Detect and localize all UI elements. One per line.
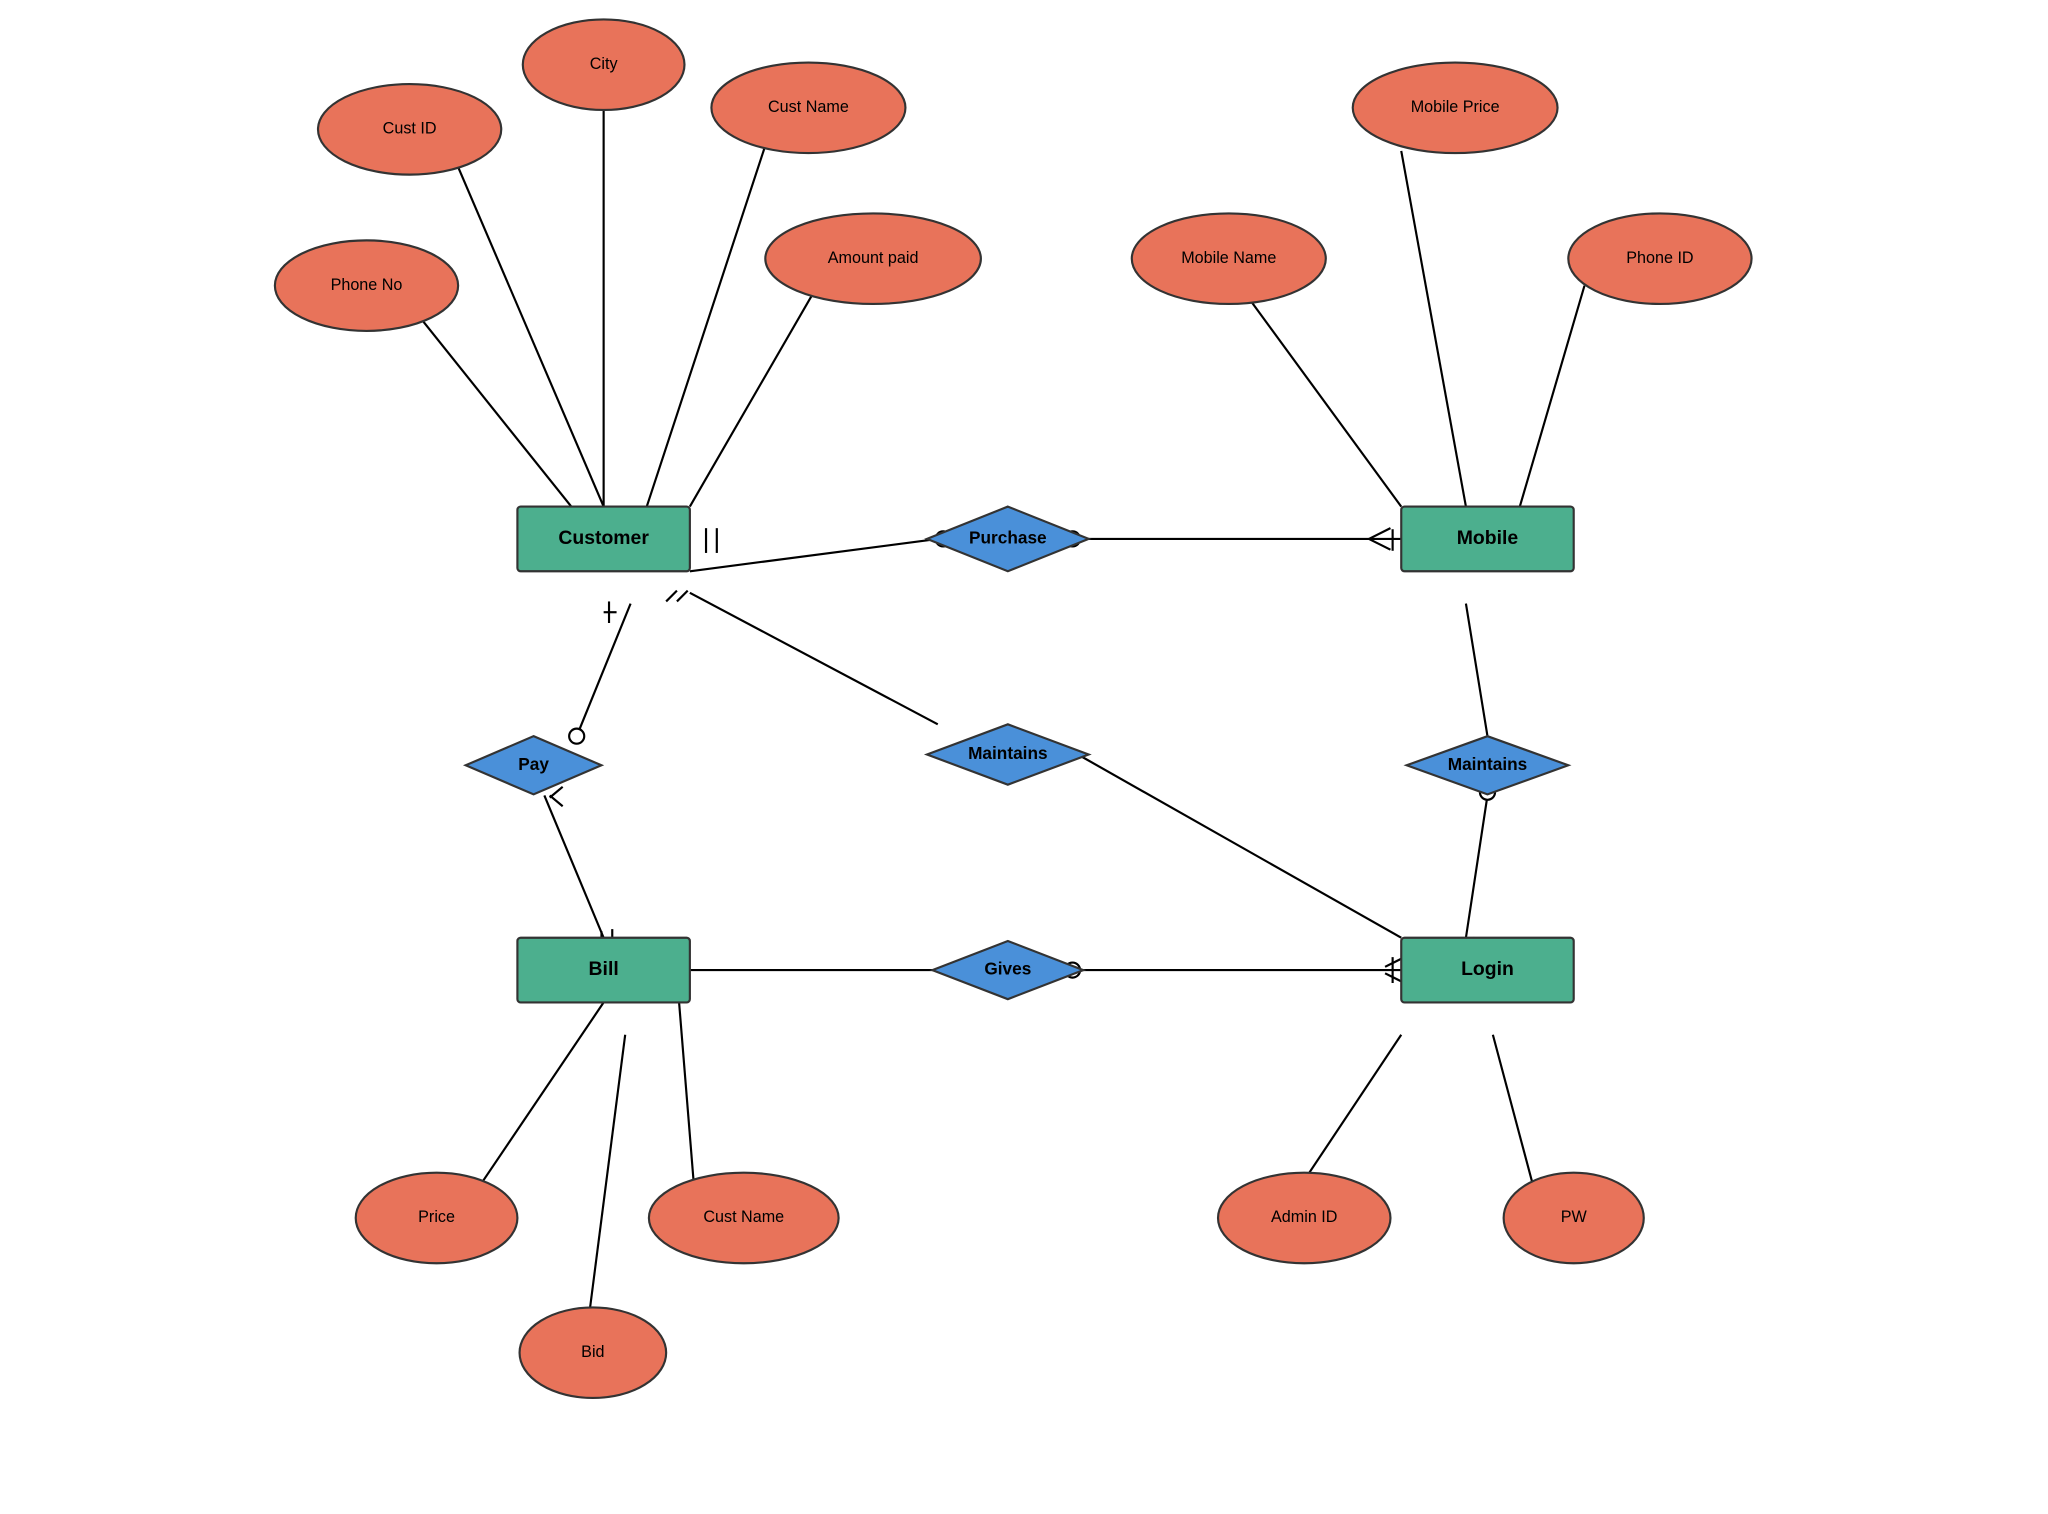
attr-city-label: City <box>590 55 619 73</box>
marker-pay-crow2 <box>550 795 563 806</box>
line-customer-pay-top <box>577 604 631 737</box>
line-customer-purchase <box>690 539 938 571</box>
line-phoneno-customer <box>420 318 571 507</box>
line-pw-login <box>1493 1035 1536 1197</box>
line-amountpaid-customer <box>690 264 830 507</box>
attr-admin-id-label: Admin ID <box>1271 1208 1337 1226</box>
relationship-pay-label: Pay <box>518 754 549 774</box>
marker-m-p-crow1 <box>1369 528 1391 539</box>
attr-cust-name2-label: Cust Name <box>703 1208 784 1226</box>
attr-pw-label: PW <box>1561 1208 1588 1226</box>
line-pay-bill <box>544 795 603 937</box>
line-price-bill <box>469 1002 604 1201</box>
marker-m-p-crow2 <box>1369 539 1391 550</box>
relationship-gives-label: Gives <box>984 959 1031 979</box>
er-diagram: Customer Mobile Bill Login Purchase Pay … <box>0 0 2048 1509</box>
attr-cust-id-label: Cust ID <box>383 120 437 138</box>
entity-login-label: Login <box>1461 958 1514 980</box>
line-custname2-bill <box>679 1002 695 1201</box>
line-maintains-right-login <box>1466 795 1488 937</box>
entity-customer-label: Customer <box>558 527 649 549</box>
attr-mobile-name-label: Mobile Name <box>1181 249 1276 267</box>
attr-price-label: Price <box>418 1208 455 1226</box>
entity-mobile-label: Mobile <box>1457 527 1519 549</box>
line-maintains-login <box>1078 755 1401 938</box>
relationship-maintains-left-label: Maintains <box>968 743 1047 763</box>
marker-cust-maintains-bar2 <box>677 591 688 602</box>
attr-cust-name-label: Cust Name <box>768 98 849 116</box>
line-bid-bill <box>587 1035 625 1328</box>
line-mobilename-mobile <box>1240 286 1402 507</box>
line-mobile-maintains-right <box>1466 604 1488 737</box>
line-custname-customer <box>647 146 766 507</box>
attr-bid-label: Bid <box>581 1343 604 1361</box>
entity-bill-label: Bill <box>589 958 619 980</box>
marker-cust-maintains-bar1 <box>666 591 677 602</box>
attr-phone-id-label: Phone ID <box>1626 249 1693 267</box>
attr-mobile-price-label: Mobile Price <box>1411 98 1500 116</box>
relationship-purchase-label: Purchase <box>969 527 1047 547</box>
marker-pay-circle-top <box>569 729 584 744</box>
attr-amount-paid-label: Amount paid <box>828 249 919 267</box>
relationship-maintains-right-label: Maintains <box>1448 754 1527 774</box>
line-customer-maintains <box>690 593 938 724</box>
line-phoneid-mobile <box>1520 286 1585 507</box>
line-mobileprice-mobile <box>1401 151 1466 507</box>
attr-phone-no-label: Phone No <box>331 276 403 294</box>
